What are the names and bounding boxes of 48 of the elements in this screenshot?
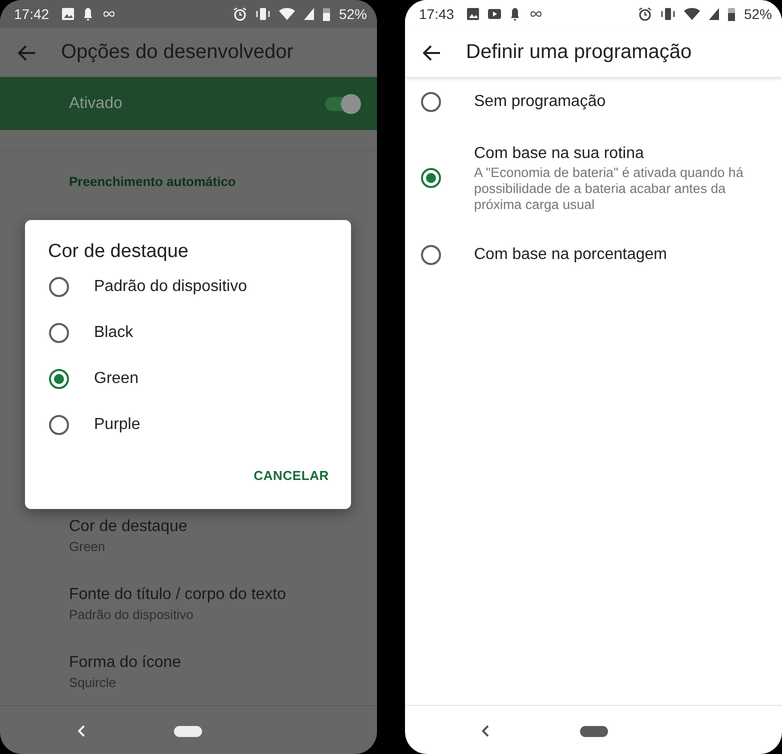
cancel-button[interactable]: CANCELAR: [250, 462, 333, 488]
radio-button[interactable]: [49, 323, 69, 343]
option-label[interactable]: Purple: [94, 416, 140, 434]
battery-icon: [322, 7, 330, 21]
battery-percentage: 52%: [744, 6, 772, 22]
switch-label: Ativado: [69, 94, 124, 112]
option-label[interactable]: Padrão do dispositivo: [94, 278, 247, 296]
battery-icon: [728, 7, 735, 21]
status-time: 17:43: [419, 6, 454, 22]
radio-button[interactable]: [421, 92, 441, 112]
radio-button[interactable]: [49, 277, 69, 297]
home-pill[interactable]: [580, 726, 608, 737]
radio-button[interactable]: [49, 415, 69, 435]
video-icon: [488, 7, 502, 21]
alarm-icon: [638, 7, 652, 21]
dialog-title: Cor de destaque: [47, 240, 188, 264]
option-title[interactable]: Com base na sua rotina: [474, 143, 644, 165]
image-icon: [62, 7, 74, 21]
battery-percentage: 52%: [338, 6, 367, 22]
status-time: 17:42: [14, 6, 50, 22]
setting-summary: Padrão do dispositivo: [69, 606, 194, 624]
option-title[interactable]: Sem programação: [474, 91, 606, 113]
setting-summary: Green: [69, 538, 106, 556]
alarm-icon: [232, 7, 247, 21]
back-arrow-icon[interactable]: [423, 44, 441, 60]
home-pill[interactable]: [174, 726, 202, 737]
wifi-icon: [278, 7, 295, 21]
signal-icon: [708, 7, 719, 21]
option-label[interactable]: Black: [94, 324, 134, 342]
bell-icon: [510, 7, 520, 21]
option-title[interactable]: Com base na porcentagem: [474, 244, 667, 266]
option-label[interactable]: Green: [94, 370, 138, 388]
wifi-icon: [684, 7, 700, 21]
screen-title: Opções do desenvolvedor: [61, 41, 294, 64]
vibrate-icon: [256, 7, 270, 21]
back-icon[interactable]: [482, 725, 490, 737]
signal-icon: [304, 7, 314, 21]
radio-button[interactable]: [49, 369, 69, 389]
image-icon: [467, 7, 480, 21]
option-description: A "Economia de bateria" é ativada quando há possibilidade de a bateria acabar antes da próxima carga usual: [474, 165, 744, 213]
radio-button[interactable]: [421, 245, 441, 265]
toggle-switch[interactable]: [325, 96, 359, 110]
screen-title: Definir uma programação: [466, 41, 692, 64]
section-header: Preenchimento automático: [69, 174, 236, 189]
radio-button[interactable]: [421, 168, 441, 188]
vibrate-icon: [660, 7, 675, 21]
setting-summary: Squircle: [69, 674, 116, 692]
bell-icon: [83, 7, 94, 21]
